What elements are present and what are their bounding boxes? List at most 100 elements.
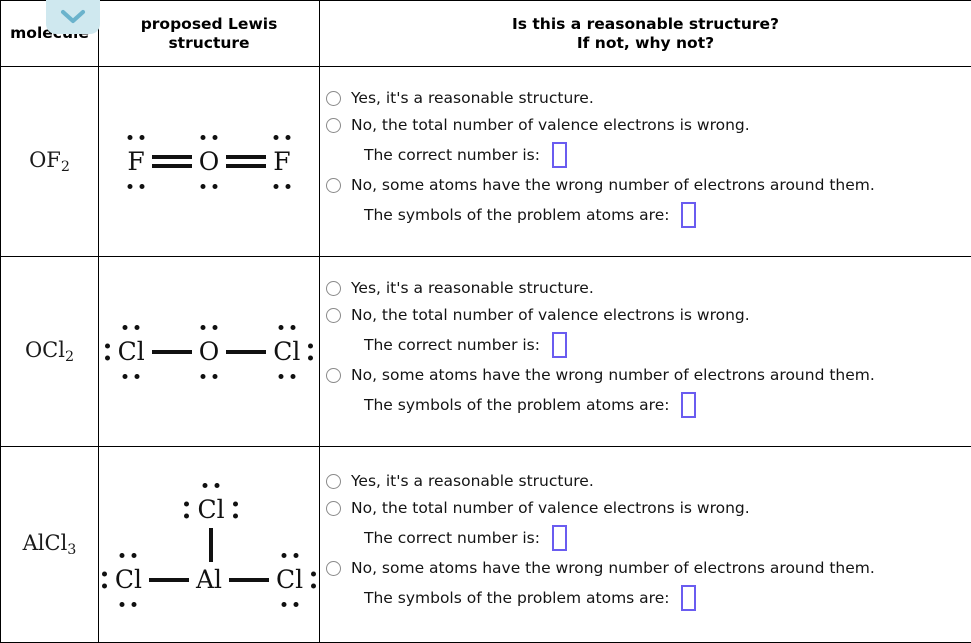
lone-pair-bottom-icon xyxy=(273,184,290,189)
answer-options-cell-of2: Yes, it's a reasonable structure. No, th… xyxy=(320,67,971,257)
lone-pair-bottom-icon xyxy=(128,184,145,189)
table-header-row: molecule proposed Lewis structure Is thi… xyxy=(1,1,971,67)
option-no-valence-wrong[interactable]: No, the total number of valence electron… xyxy=(320,115,971,135)
table-row: OCl2 Cl O xyxy=(1,257,971,447)
column-header-question-line1: Is this a reasonable structure? xyxy=(512,15,779,33)
option-no-valence-wrong[interactable]: No, the total number of valence electron… xyxy=(320,305,971,325)
atom-al-center: Al xyxy=(194,565,224,595)
problem-atoms-input[interactable] xyxy=(681,392,696,418)
correct-number-line: The correct number is: xyxy=(364,332,971,358)
lone-pair-top-icon xyxy=(201,135,218,140)
correct-number-line: The correct number is: xyxy=(364,525,971,551)
problem-atoms-line: The symbols of the problem atoms are: xyxy=(364,202,971,228)
atom-cl-left: Cl xyxy=(116,337,147,367)
correct-number-input[interactable] xyxy=(552,525,567,551)
lewis-diagram-alcl3: Cl Cl xyxy=(113,495,305,595)
column-header-structure-line2: structure xyxy=(168,34,249,52)
table-row: AlCl3 Cl xyxy=(1,447,971,643)
lone-pair-top-icon xyxy=(128,135,145,140)
vertical-single-bond-icon xyxy=(209,528,213,562)
option-no-atoms-wrong[interactable]: No, some atoms have the wrong number of … xyxy=(320,558,971,578)
problem-atoms-input[interactable] xyxy=(681,585,696,611)
atom-f-left: F xyxy=(125,147,146,177)
lone-pair-bottom-icon xyxy=(281,602,298,607)
radio-button-no-atoms[interactable] xyxy=(326,368,341,383)
atom-cl-left: Cl xyxy=(113,565,144,595)
radio-button-no-valence[interactable] xyxy=(326,118,341,133)
single-bond-icon xyxy=(229,578,269,582)
molecule-cell-of2: OF2 xyxy=(1,67,99,257)
correct-number-label: The correct number is: xyxy=(364,145,540,165)
lewis-structure-question-table: molecule proposed Lewis structure Is thi… xyxy=(0,0,971,643)
radio-button-no-valence[interactable] xyxy=(326,308,341,323)
option-label: Yes, it's a reasonable structure. xyxy=(351,471,594,491)
option-label: No, some atoms have the wrong number of … xyxy=(351,175,875,195)
single-bond-icon xyxy=(149,578,189,582)
atom-cl-top: Cl xyxy=(195,495,226,525)
option-label: No, some atoms have the wrong number of … xyxy=(351,558,875,578)
radio-button-yes[interactable] xyxy=(326,91,341,106)
option-yes-reasonable[interactable]: Yes, it's a reasonable structure. xyxy=(320,278,971,298)
correct-number-line: The correct number is: xyxy=(364,142,971,168)
problem-atoms-line: The symbols of the problem atoms are: xyxy=(364,392,971,418)
problem-atoms-input[interactable] xyxy=(681,202,696,228)
lewis-diagram-ocl2: Cl O Cl xyxy=(116,337,303,367)
lewis-structure-cell-ocl2: Cl O Cl xyxy=(99,257,320,447)
chevron-down-icon xyxy=(60,9,86,25)
option-no-atoms-wrong[interactable]: No, some atoms have the wrong number of … xyxy=(320,175,971,195)
column-header-question-line2: If not, why not? xyxy=(577,34,714,52)
atom-cl-right: Cl xyxy=(274,565,305,595)
column-header-structure: proposed Lewis structure xyxy=(99,1,320,67)
molecule-cell-alcl3: AlCl3 xyxy=(1,447,99,643)
lone-pair-bottom-icon xyxy=(278,374,295,379)
lone-pair-right-icon xyxy=(311,571,316,588)
option-no-atoms-wrong[interactable]: No, some atoms have the wrong number of … xyxy=(320,365,971,385)
single-bond-icon xyxy=(152,350,192,354)
radio-button-no-atoms[interactable] xyxy=(326,561,341,576)
option-label: Yes, it's a reasonable structure. xyxy=(351,278,594,298)
option-label: No, the total number of valence electron… xyxy=(351,498,750,518)
lone-pair-top-icon xyxy=(273,135,290,140)
problem-atoms-line: The symbols of the problem atoms are: xyxy=(364,585,971,611)
option-label: No, the total number of valence electron… xyxy=(351,115,750,135)
column-header-structure-line1: proposed Lewis xyxy=(141,15,278,33)
problem-atoms-label: The symbols of the problem atoms are: xyxy=(364,395,669,415)
lewis-structure-cell-of2: F O F xyxy=(99,67,320,257)
radio-button-yes[interactable] xyxy=(326,281,341,296)
lone-pair-left-icon xyxy=(105,343,110,360)
option-label: No, the total number of valence electron… xyxy=(351,305,750,325)
dropdown-toggle[interactable] xyxy=(46,0,100,34)
radio-button-no-atoms[interactable] xyxy=(326,178,341,193)
atom-cl-right: Cl xyxy=(271,337,302,367)
option-yes-reasonable[interactable]: Yes, it's a reasonable structure. xyxy=(320,88,971,108)
double-bond-icon xyxy=(226,155,266,168)
lewis-structure-cell-alcl3: Cl Cl xyxy=(99,447,320,643)
answer-options-cell-alcl3: Yes, it's a reasonable structure. No, th… xyxy=(320,447,971,643)
molecule-formula: AlCl3 xyxy=(23,531,77,555)
correct-number-label: The correct number is: xyxy=(364,335,540,355)
lone-pair-top-icon xyxy=(278,325,295,330)
option-no-valence-wrong[interactable]: No, the total number of valence electron… xyxy=(320,498,971,518)
lone-pair-left-icon xyxy=(184,501,189,518)
correct-number-input[interactable] xyxy=(552,142,567,168)
lone-pair-top-icon xyxy=(201,325,218,330)
atom-f-right: F xyxy=(271,147,292,177)
option-yes-reasonable[interactable]: Yes, it's a reasonable structure. xyxy=(320,471,971,491)
problem-atoms-label: The symbols of the problem atoms are: xyxy=(364,588,669,608)
lone-pair-top-icon xyxy=(123,325,140,330)
lone-pair-bottom-icon xyxy=(120,602,137,607)
lone-pair-left-icon xyxy=(102,571,107,588)
option-label: No, some atoms have the wrong number of … xyxy=(351,365,875,385)
double-bond-icon xyxy=(152,155,192,168)
atom-o-center: O xyxy=(197,147,222,177)
molecule-formula: OCl2 xyxy=(25,338,74,362)
lone-pair-bottom-icon xyxy=(201,184,218,189)
table-row: OF2 F O xyxy=(1,67,971,257)
lone-pair-bottom-icon xyxy=(201,374,218,379)
lone-pair-right-icon xyxy=(308,343,313,360)
radio-button-no-valence[interactable] xyxy=(326,501,341,516)
radio-button-yes[interactable] xyxy=(326,474,341,489)
lewis-diagram-of2: F O F xyxy=(125,147,292,177)
correct-number-input[interactable] xyxy=(552,332,567,358)
answer-options-cell-ocl2: Yes, it's a reasonable structure. No, th… xyxy=(320,257,971,447)
